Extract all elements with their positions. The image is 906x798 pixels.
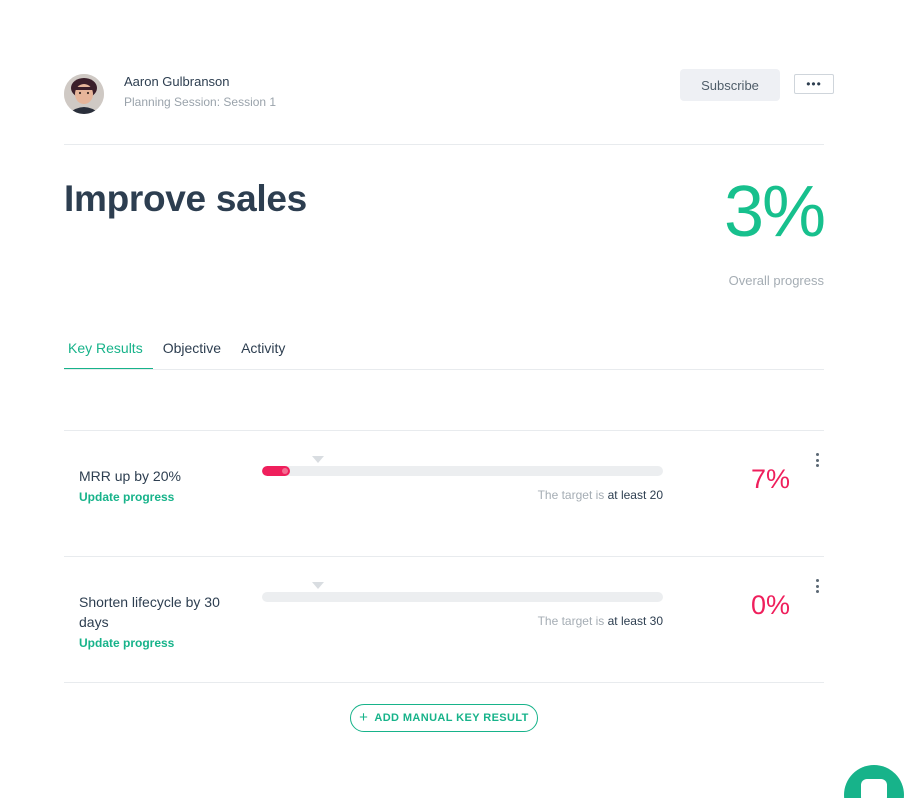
key-result-progress: 7% — [750, 464, 790, 494]
tab-key-results[interactable]: Key Results — [64, 338, 153, 370]
avatar[interactable] — [64, 74, 104, 114]
overall-progress-value: 3% — [723, 172, 826, 252]
kebab-menu-icon[interactable] — [814, 579, 820, 593]
progress-bar-fill — [262, 466, 291, 476]
tab-bar: Key Results Objective Activity — [64, 338, 295, 370]
key-result-row: MRR up by 20% Update progress The target… — [64, 431, 824, 557]
chat-icon — [861, 779, 887, 798]
ellipsis-icon: ••• — [806, 77, 822, 91]
target-value: at least 20 — [607, 488, 663, 502]
progress-knob-icon — [282, 468, 289, 474]
update-progress-link[interactable]: Update progress — [79, 636, 174, 650]
key-result-row: Shorten lifecycle by 30 days Update prog… — [64, 557, 824, 683]
overall-progress-label: Overall progress — [728, 273, 824, 288]
row-divider — [64, 682, 824, 683]
expected-progress-marker-icon — [312, 456, 324, 463]
update-progress-link[interactable]: Update progress — [79, 490, 174, 504]
tab-divider — [64, 369, 824, 370]
key-result-progress: 0% — [750, 590, 790, 620]
avatar-image — [64, 74, 104, 114]
planning-session-label: Planning Session: Session 1 — [124, 95, 277, 109]
chat-launcher-button[interactable] — [844, 765, 904, 798]
add-manual-key-result-label: ADD MANUAL KEY RESULT — [374, 712, 529, 724]
target-prefix: The target is — [537, 614, 605, 628]
plus-icon: + — [359, 709, 369, 726]
okr-page: Aaron Gulbranson Planning Session: Sessi… — [0, 0, 906, 798]
target-prefix: The target is — [537, 488, 605, 502]
progress-bar — [262, 592, 663, 602]
kebab-menu-icon[interactable] — [814, 453, 820, 467]
more-options-button[interactable]: ••• — [794, 74, 834, 94]
header-divider — [64, 144, 824, 145]
tab-objective[interactable]: Objective — [153, 338, 231, 370]
key-result-name[interactable]: MRR up by 20% — [79, 466, 239, 486]
target-text: The target is at least 30 — [538, 614, 663, 628]
objective-title: Improve sales — [64, 178, 307, 219]
add-manual-key-result-button[interactable]: + ADD MANUAL KEY RESULT — [350, 704, 538, 732]
expected-progress-marker-icon — [312, 582, 324, 589]
author-name[interactable]: Aaron Gulbranson — [124, 74, 230, 89]
key-result-name[interactable]: Shorten lifecycle by 30 days — [79, 592, 239, 632]
progress-bar — [262, 466, 663, 476]
subscribe-button[interactable]: Subscribe — [680, 69, 780, 101]
target-text: The target is at least 20 — [538, 488, 663, 502]
tab-activity[interactable]: Activity — [231, 338, 295, 370]
target-value: at least 30 — [607, 614, 663, 628]
